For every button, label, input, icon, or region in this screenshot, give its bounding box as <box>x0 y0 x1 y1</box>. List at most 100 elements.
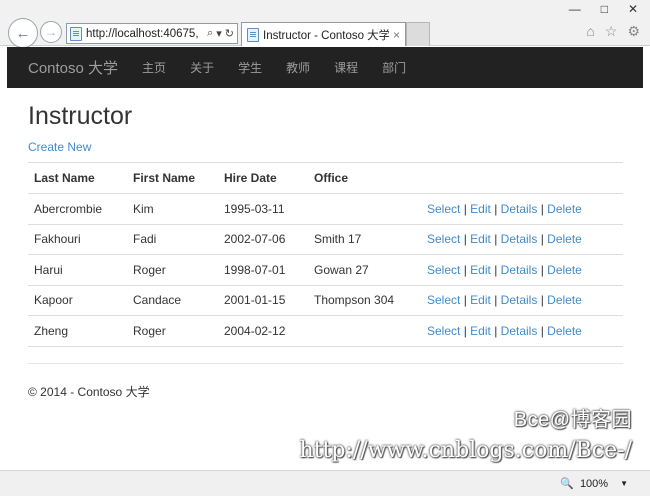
watermark-line-1: Bce@博客园 <box>513 409 632 431</box>
delete-link[interactable]: Delete <box>547 263 582 277</box>
cell-hire-date: 2001-01-15 <box>218 284 308 316</box>
cell-last-name: Harui <box>28 254 127 285</box>
cell-office: Smith 17 <box>308 223 421 255</box>
tab-page-icon <box>247 27 259 42</box>
forward-button[interactable]: → <box>40 21 62 43</box>
cell-actions: Select | Edit | Details | Delete <box>421 315 623 347</box>
separator: | <box>463 262 467 277</box>
table-row: Kapoor Candace 2001-01-15 Thompson 304 S… <box>28 284 623 316</box>
details-link[interactable]: Details <box>501 202 538 216</box>
separator: | <box>494 232 498 247</box>
separator: | <box>540 262 544 277</box>
cell-first-name: Candace <box>127 284 218 316</box>
cell-actions: Select | Edit | Details | Delete <box>421 223 623 255</box>
cell-first-name: Kim <box>127 193 218 224</box>
footer-text: © 2014 - Contoso 大学 <box>28 385 150 399</box>
cell-actions: Select | Edit | Details | Delete <box>421 254 623 285</box>
edit-link[interactable]: Edit <box>470 324 491 338</box>
nav-item-home[interactable]: 主页 <box>142 59 166 76</box>
separator: | <box>540 201 544 216</box>
column-header-first-name: First Name <box>127 162 218 194</box>
zoom-icon: 🔍 <box>560 478 574 490</box>
browser-tools: ⌂ ☆ ⚙ <box>586 23 640 40</box>
page-icon <box>70 26 82 41</box>
select-link[interactable]: Select <box>427 232 460 246</box>
nav-item-about[interactable]: 关于 <box>190 59 214 76</box>
close-window-button[interactable]: ✕ <box>628 2 638 16</box>
cell-office <box>308 193 421 224</box>
zoom-dropdown-icon[interactable]: ▼ <box>620 479 628 488</box>
new-tab-button[interactable] <box>406 22 430 46</box>
details-link[interactable]: Details <box>501 263 538 277</box>
cell-first-name: Roger <box>127 315 218 347</box>
details-link[interactable]: Details <box>501 324 538 338</box>
separator: | <box>463 293 467 308</box>
cell-hire-date: 1998-07-01 <box>218 254 308 285</box>
table-row: Fakhouri Fadi 2002-07-06 Smith 17 Select… <box>28 223 623 255</box>
select-link[interactable]: Select <box>427 263 460 277</box>
minimize-button[interactable]: — <box>569 2 581 16</box>
zoom-level: 100% <box>579 477 609 490</box>
cell-hire-date: 2004-02-12 <box>218 315 308 347</box>
separator: | <box>463 323 467 338</box>
details-link[interactable]: Details <box>501 232 538 246</box>
cell-hire-date: 2002-07-06 <box>218 223 308 255</box>
separator: | <box>540 293 544 308</box>
search-icon[interactable]: ⌕ <box>207 27 213 40</box>
browser-chrome: — □ ✕ ← → http://localhost:40675, ⌕ ▾ ↻ … <box>0 0 650 48</box>
edit-link[interactable]: Edit <box>470 202 491 216</box>
forward-arrow-icon: → <box>45 25 57 39</box>
table-row: Abercrombie Kim 1995-03-11 Select | Edit… <box>28 193 623 224</box>
footer-divider <box>28 363 623 364</box>
select-link[interactable]: Select <box>427 202 460 216</box>
favorites-star-icon[interactable]: ☆ <box>605 23 618 40</box>
zoom-control[interactable]: 🔍 100% ▼ <box>560 477 628 491</box>
separator: | <box>494 201 498 216</box>
back-button[interactable]: ← <box>8 18 38 48</box>
table-header-row: Last Name First Name Hire Date Office <box>28 162 623 194</box>
home-icon[interactable]: ⌂ <box>586 23 594 40</box>
refresh-icon[interactable]: ↻ <box>225 27 234 40</box>
column-header-actions <box>421 162 623 194</box>
brand-link[interactable]: Contoso 大学 <box>28 57 118 78</box>
table-row: Zheng Roger 2004-02-12 Select | Edit | D… <box>28 315 623 347</box>
column-header-last-name: Last Name <box>28 162 127 194</box>
select-link[interactable]: Select <box>427 293 460 307</box>
edit-link[interactable]: Edit <box>470 232 491 246</box>
delete-link[interactable]: Delete <box>547 293 582 307</box>
close-tab-icon[interactable]: × <box>393 28 400 42</box>
table-row: Harui Roger 1998-07-01 Gowan 27 Select |… <box>28 254 623 285</box>
nav-item-departments[interactable]: 部门 <box>382 59 406 76</box>
cell-first-name: Roger <box>127 254 218 285</box>
address-bar[interactable]: http://localhost:40675, ⌕ ▾ ↻ <box>66 23 238 44</box>
cell-last-name: Fakhouri <box>28 223 127 255</box>
chevron-down-icon[interactable]: ▾ <box>216 27 222 40</box>
cell-actions: Select | Edit | Details | Delete <box>421 193 623 224</box>
delete-link[interactable]: Delete <box>547 324 582 338</box>
address-url[interactable]: http://localhost:40675, <box>86 28 205 40</box>
cell-office: Thompson 304 <box>308 284 421 316</box>
column-header-office: Office <box>308 162 421 194</box>
delete-link[interactable]: Delete <box>547 202 582 216</box>
browser-tab[interactable]: Instructor - Contoso 大学 × <box>241 22 406 46</box>
window-controls: — □ ✕ <box>569 2 638 16</box>
nav-item-courses[interactable]: 课程 <box>334 59 358 76</box>
separator: | <box>463 201 467 216</box>
create-new-link[interactable]: Create New <box>28 140 91 154</box>
cell-last-name: Kapoor <box>28 284 127 316</box>
site-navbar: Contoso 大学 主页 关于 学生 教师 课程 部门 <box>7 47 643 88</box>
page-title: Instructor <box>28 102 133 130</box>
maximize-button[interactable]: □ <box>601 2 608 16</box>
nav-item-instructors[interactable]: 教师 <box>286 59 310 76</box>
address-tools: ⌕ ▾ ↻ <box>207 27 234 40</box>
select-link[interactable]: Select <box>427 324 460 338</box>
separator: | <box>463 232 467 247</box>
status-bar: 🔍 100% ▼ <box>0 470 650 496</box>
edit-link[interactable]: Edit <box>470 293 491 307</box>
nav-item-students[interactable]: 学生 <box>238 59 262 76</box>
separator: | <box>540 232 544 247</box>
delete-link[interactable]: Delete <box>547 232 582 246</box>
settings-gear-icon[interactable]: ⚙ <box>627 23 640 40</box>
edit-link[interactable]: Edit <box>470 263 491 277</box>
details-link[interactable]: Details <box>501 293 538 307</box>
